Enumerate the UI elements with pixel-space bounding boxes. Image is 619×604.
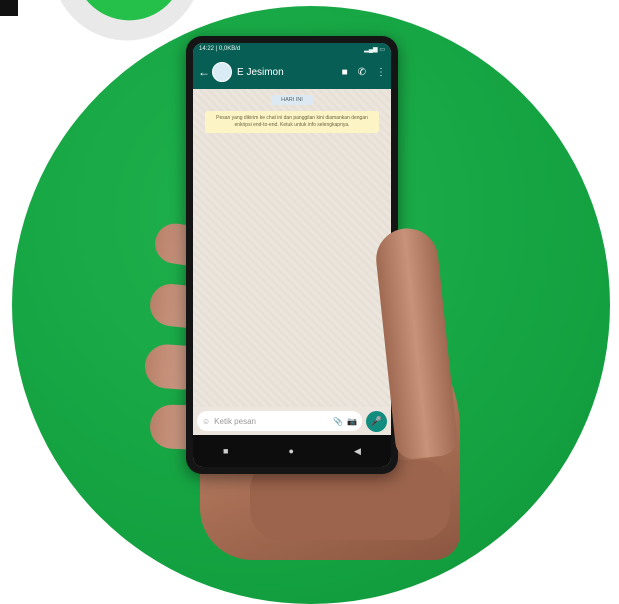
message-input-row: ☺ Ketik pesan 📎 📷 🎤 <box>193 409 391 433</box>
home-icon[interactable]: ● <box>289 446 294 456</box>
mic-icon: 🎤 <box>370 415 383 426</box>
android-nav-bar: ■ ● ◀ <box>193 435 391 467</box>
video-call-icon[interactable]: ■ <box>342 67 348 78</box>
status-bar: 14:22 | 0,0KB/d ▂▄▆ ▭ <box>193 43 391 55</box>
chat-body: HARI INI Pesan yang dikirim ke chat ini … <box>193 89 391 407</box>
attach-icon[interactable]: 📎 <box>333 417 343 426</box>
message-input[interactable]: ☺ Ketik pesan 📎 📷 <box>197 411 362 431</box>
back-arrow-icon[interactable]: ← <box>198 65 210 79</box>
date-pill: HARI INI <box>271 95 313 105</box>
status-time: 14:22 | 0,0KB/d <box>199 46 241 52</box>
camera-icon[interactable]: 📷 <box>347 417 357 426</box>
mic-button[interactable]: 🎤 <box>366 410 387 432</box>
avatar[interactable] <box>212 62 232 82</box>
header-actions: ■ ✆ ⋮ <box>342 67 386 78</box>
input-placeholder[interactable]: Ketik pesan <box>214 417 256 426</box>
phone-device: 14:22 | 0,0KB/d ▂▄▆ ▭ ← E Jesimon ■ ✆ ⋮ … <box>186 36 398 474</box>
phone-screen: 14:22 | 0,0KB/d ▂▄▆ ▭ ← E Jesimon ■ ✆ ⋮ … <box>193 43 391 467</box>
voice-call-icon[interactable]: ✆ <box>358 67 366 78</box>
nav-back-icon[interactable]: ◀ <box>354 446 361 457</box>
contact-name[interactable]: E Jesimon <box>237 67 342 78</box>
signal-battery-icon: ▂▄▆ ▭ <box>364 46 385 53</box>
chat-header: ← E Jesimon ■ ✆ ⋮ <box>193 55 391 89</box>
corner-block <box>0 0 18 16</box>
recents-icon[interactable]: ■ <box>223 446 228 456</box>
emoji-icon[interactable]: ☺ <box>202 417 210 426</box>
encryption-notice[interactable]: Pesan yang dikirim ke chat ini dan pangg… <box>205 111 379 133</box>
menu-icon[interactable]: ⋮ <box>376 67 386 78</box>
